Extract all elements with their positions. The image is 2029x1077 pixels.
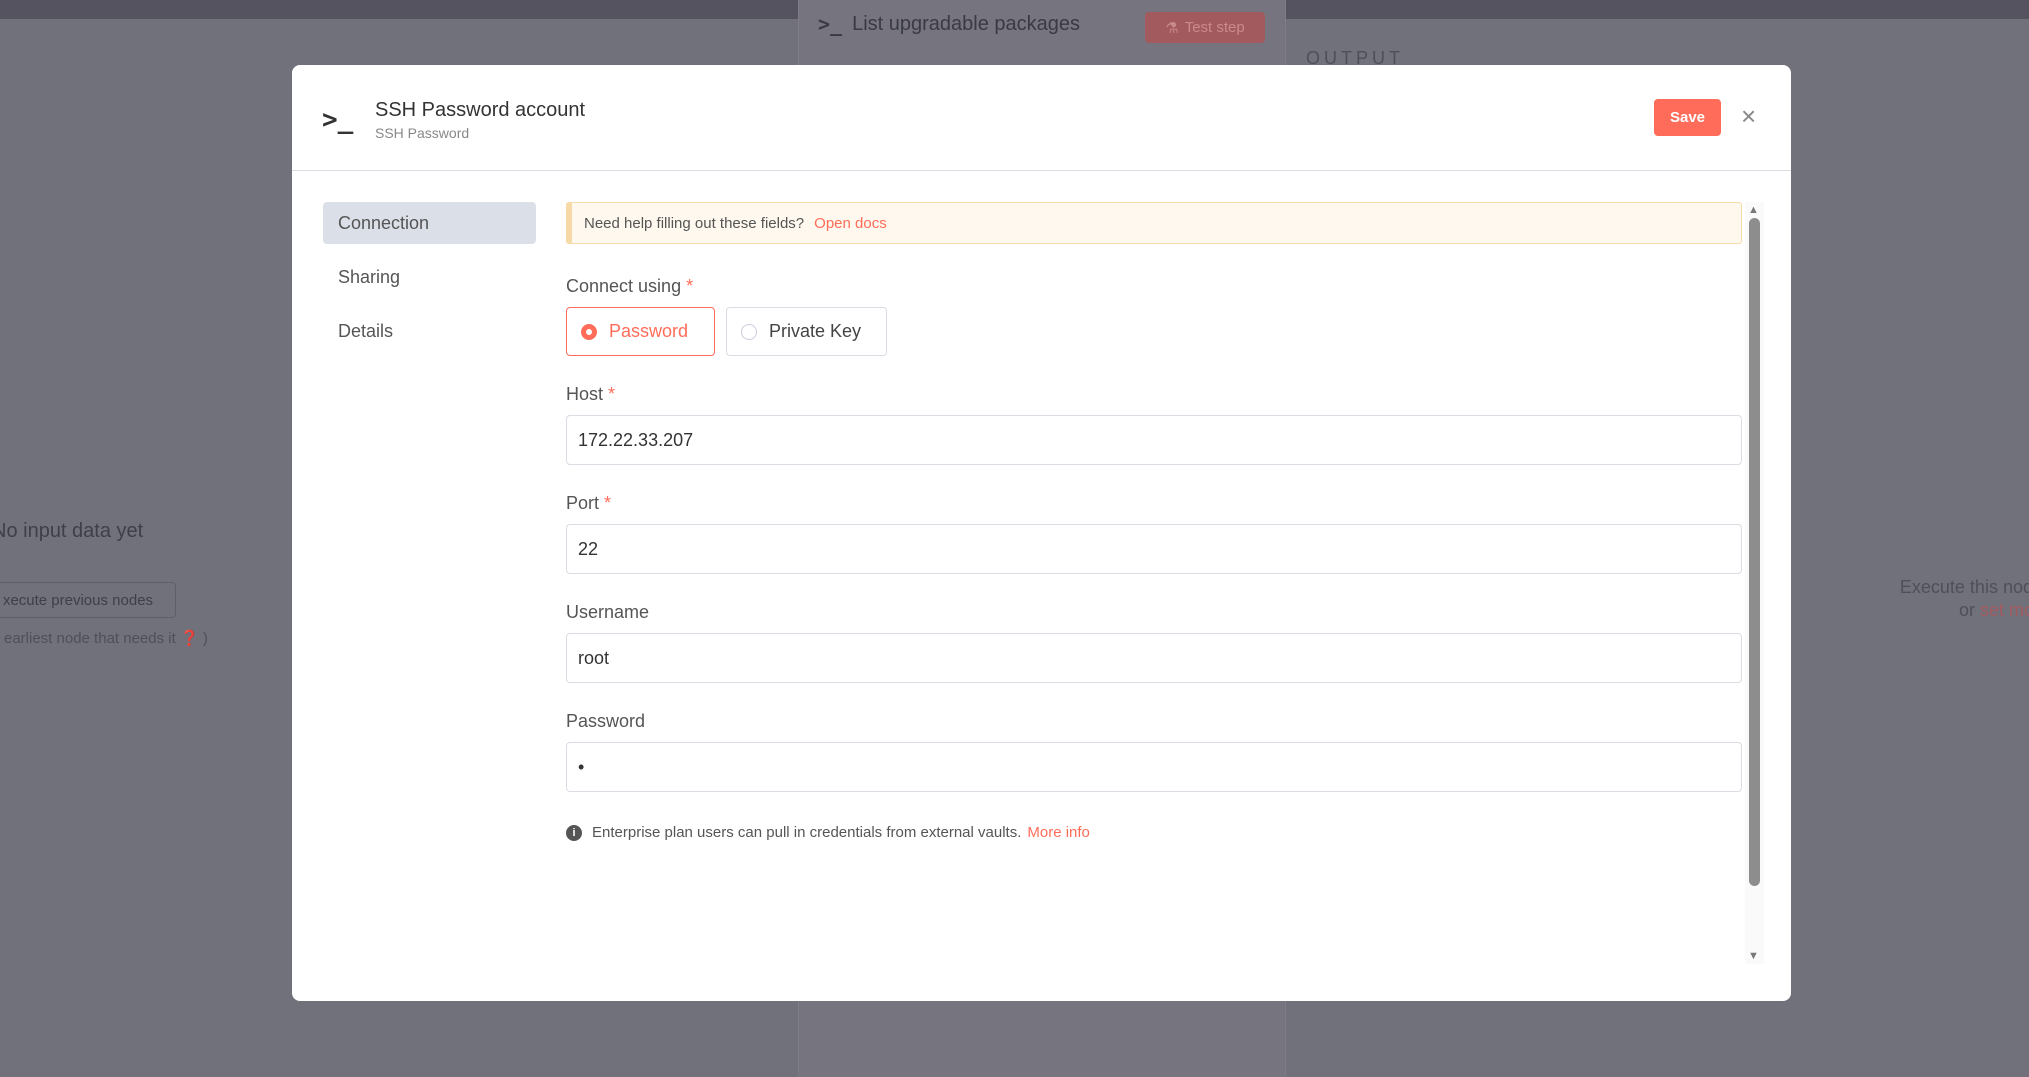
test-step-button[interactable]: ⚗ Test step bbox=[1145, 12, 1265, 43]
port-input[interactable] bbox=[566, 524, 1742, 574]
connection-form: Need help filling out these fields? Open … bbox=[566, 202, 1742, 841]
modal-sidebar: Connection Sharing Details bbox=[323, 202, 536, 364]
modal-header: >_ SSH Password account SSH Password Sav… bbox=[292, 65, 1791, 171]
no-input-text: No input data yet bbox=[0, 520, 144, 542]
scroll-down-icon[interactable]: ▼ bbox=[1748, 950, 1759, 962]
terminal-icon: >_ bbox=[818, 12, 843, 36]
execute-this-text: Execute this nodeor set moc bbox=[1883, 576, 2029, 622]
radio-selected-icon bbox=[581, 323, 597, 340]
connect-using-group: Password Private Key bbox=[566, 307, 1742, 356]
port-field: Port * bbox=[566, 493, 1742, 574]
hint-text: earliest node that needs it ❓ ) bbox=[4, 630, 208, 647]
close-icon[interactable]: × bbox=[1741, 101, 1756, 132]
node-title: >_ List upgradable packages bbox=[818, 12, 1081, 36]
scrollbar[interactable]: ▲ ▼ bbox=[1745, 202, 1764, 964]
sidebar-item-details[interactable]: Details bbox=[323, 310, 536, 352]
radio-password[interactable]: Password bbox=[566, 307, 715, 356]
modal-title[interactable]: SSH Password account bbox=[375, 99, 585, 122]
modal-subtitle: SSH Password bbox=[375, 125, 470, 141]
set-mock-link[interactable]: set moc bbox=[1980, 600, 2029, 620]
connect-using-label: Connect using * bbox=[566, 276, 694, 296]
password-input[interactable] bbox=[566, 742, 1742, 792]
execute-previous-button[interactable]: xecute previous nodes bbox=[0, 582, 176, 618]
more-info-link[interactable]: More info bbox=[1027, 824, 1090, 841]
help-icon[interactable]: ❓ bbox=[180, 630, 199, 647]
password-field: Password bbox=[566, 711, 1742, 792]
sidebar-item-sharing[interactable]: Sharing bbox=[323, 256, 536, 298]
radio-empty-icon bbox=[741, 323, 757, 340]
username-input[interactable] bbox=[566, 633, 1742, 683]
radio-private-key[interactable]: Private Key bbox=[726, 307, 888, 356]
username-field: Username bbox=[566, 602, 1742, 683]
save-button[interactable]: Save bbox=[1654, 99, 1721, 136]
flask-icon: ⚗ bbox=[1165, 19, 1179, 37]
open-docs-link[interactable]: Open docs bbox=[814, 215, 887, 232]
host-field: Host * bbox=[566, 384, 1742, 465]
scroll-up-icon[interactable]: ▲ bbox=[1748, 204, 1759, 216]
help-notice: Need help filling out these fields? Open … bbox=[566, 202, 1742, 244]
host-input[interactable] bbox=[566, 415, 1742, 465]
info-icon: i bbox=[566, 824, 582, 841]
vault-info: i Enterprise plan users can pull in crede… bbox=[566, 824, 1742, 841]
sidebar-item-connection[interactable]: Connection bbox=[323, 202, 536, 244]
scrollbar-thumb[interactable] bbox=[1749, 218, 1760, 886]
terminal-icon: >_ bbox=[322, 105, 354, 135]
credential-modal: >_ SSH Password account SSH Password Sav… bbox=[292, 65, 1791, 1001]
